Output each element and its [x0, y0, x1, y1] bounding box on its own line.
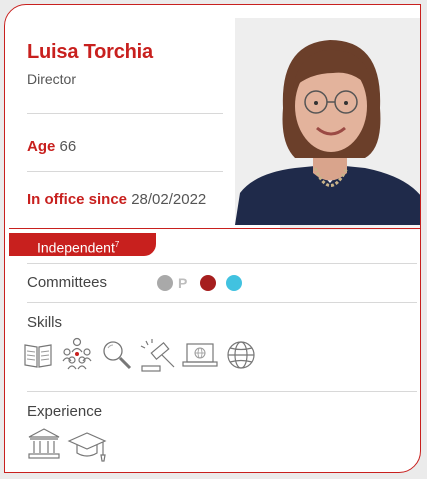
badge-label: Independent	[37, 239, 115, 256]
office-label: In office since	[27, 191, 128, 208]
divider	[27, 391, 417, 392]
laptop-icon	[182, 343, 218, 367]
institution-icon	[28, 428, 60, 459]
badge-footnote: 7	[114, 240, 120, 249]
book-icon	[24, 344, 52, 368]
gavel-icon	[140, 339, 175, 372]
age-label: Age	[27, 138, 56, 155]
age-line: Age 66	[27, 138, 76, 155]
committee-dot	[157, 275, 173, 291]
divider	[27, 171, 223, 172]
skills-label: Skills	[27, 314, 63, 331]
committee-chair-marker: P	[178, 275, 188, 291]
office-line: In office since 28/02/2022	[27, 191, 206, 208]
graduation-cap-icon	[67, 432, 107, 462]
director-name: Luisa Torchia	[27, 41, 153, 63]
magnifier-icon	[103, 341, 132, 370]
office-value: 28/02/2022	[131, 191, 207, 208]
divider	[27, 113, 223, 114]
age-value: 66	[59, 138, 77, 155]
committees-label: Committees	[27, 274, 108, 291]
divider	[27, 302, 417, 303]
director-card: Luisa Torchia Director Age 66 In office …	[4, 4, 421, 473]
committee-dot	[200, 275, 216, 291]
divider	[27, 263, 417, 264]
experience-label: Experience	[27, 403, 103, 420]
independent-badge: Independent7	[9, 233, 156, 256]
badge-rule	[9, 228, 420, 229]
committee-dot	[226, 275, 242, 291]
director-role: Director	[27, 71, 77, 87]
team-icon	[62, 337, 92, 370]
globe-icon	[227, 341, 255, 369]
portrait-photo	[235, 18, 420, 225]
